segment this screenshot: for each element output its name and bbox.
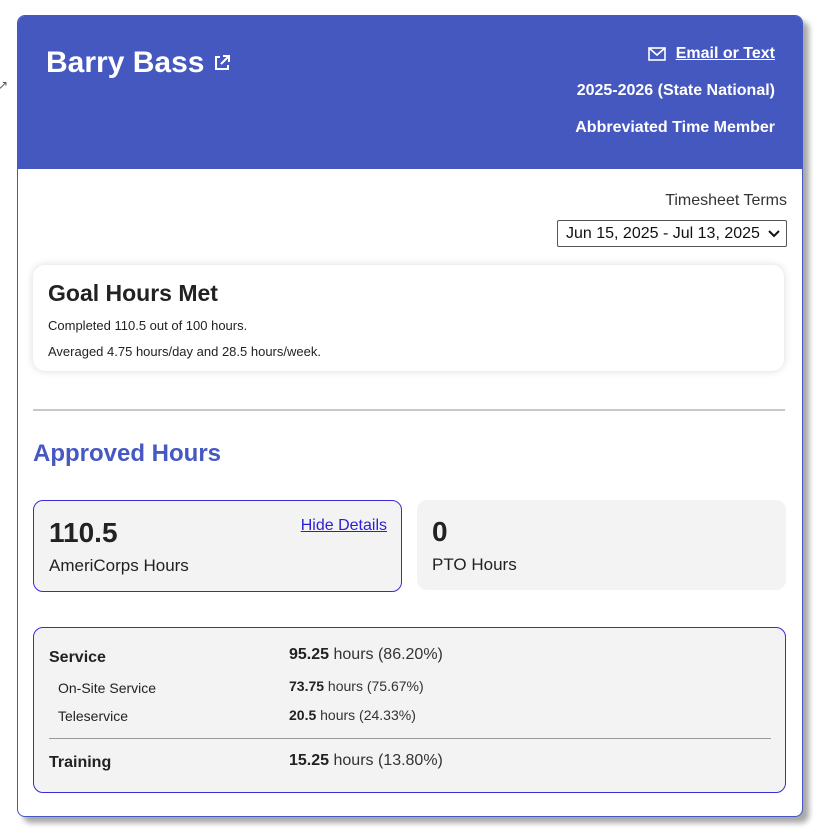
goal-average-text: Averaged 4.75 hours/day and 28.5 hours/w… xyxy=(48,344,321,359)
member-name-link[interactable]: Barry Bass xyxy=(46,46,232,80)
onsite-service-value: 73.75 hours (75.67%) xyxy=(289,678,424,694)
americorps-hours-card: 110.5 AmeriCorps Hours Hide Details xyxy=(33,500,402,592)
details-separator xyxy=(49,738,771,739)
service-value: 95.25 hours (86.20%) xyxy=(289,646,443,664)
approved-hours-title: Approved Hours xyxy=(33,440,222,467)
member-header: Barry Bass Email or Text 2025-2026 (Stat… xyxy=(18,16,802,169)
training-hours: 15.25 xyxy=(289,752,330,769)
email-or-text-label: Email or Text xyxy=(675,45,775,62)
member-type: Abbreviated Time Member xyxy=(575,119,775,136)
teleservice-value: 20.5 hours (24.33%) xyxy=(289,707,416,723)
timesheet-terms-label: Timesheet Terms xyxy=(665,192,787,209)
pto-hours-label: PTO Hours xyxy=(432,555,517,574)
email-or-text-link[interactable]: Email or Text xyxy=(647,45,775,63)
onsite-service-label: On-Site Service xyxy=(58,680,157,696)
mail-icon xyxy=(647,47,666,61)
external-link-icon[interactable] xyxy=(212,53,232,73)
training-value: 15.25 hours (13.80%) xyxy=(289,752,443,770)
hide-details-link[interactable]: Hide Details xyxy=(301,517,387,535)
teleservice-label: Teleservice xyxy=(58,708,129,724)
hours-details-panel: Service 95.25 hours (86.20%) On-Site Ser… xyxy=(33,627,786,793)
service-hours: 95.25 xyxy=(289,646,330,663)
americorps-hours-label: AmeriCorps Hours xyxy=(49,556,189,575)
member-card: Barry Bass Email or Text 2025-2026 (Stat… xyxy=(17,15,803,817)
goal-title: Goal Hours Met xyxy=(48,280,218,306)
chevron-down-icon xyxy=(768,229,780,237)
goal-summary-card: Goal Hours Met Completed 110.5 out of 10… xyxy=(33,265,784,371)
timesheet-terms-select[interactable]: Jun 15, 2025 - Jul 13, 2025 xyxy=(557,220,787,247)
pto-hours-value: 0 xyxy=(432,516,448,547)
section-divider xyxy=(33,409,785,411)
training-hours-rest: hours (13.80%) xyxy=(329,752,443,769)
tele-hours-rest: hours (24.33%) xyxy=(316,707,416,723)
program-year: 2025-2026 (State National) xyxy=(576,82,775,99)
edge-cursor-icon: ↗ xyxy=(0,78,9,92)
member-name: Barry Bass xyxy=(46,46,205,79)
onsite-hours: 73.75 xyxy=(289,678,325,694)
service-hours-rest: hours (86.20%) xyxy=(329,646,443,663)
onsite-hours-rest: hours (75.67%) xyxy=(324,678,424,694)
goal-completed-text: Completed 110.5 out of 100 hours. xyxy=(48,318,248,333)
selected-term: Jun 15, 2025 - Jul 13, 2025 xyxy=(566,224,760,242)
service-label: Service xyxy=(49,649,106,666)
pto-hours-card: 0 PTO Hours xyxy=(417,500,786,590)
tele-hours: 20.5 xyxy=(289,707,317,723)
training-label: Training xyxy=(49,754,112,771)
americorps-hours-value: 110.5 xyxy=(49,517,118,548)
